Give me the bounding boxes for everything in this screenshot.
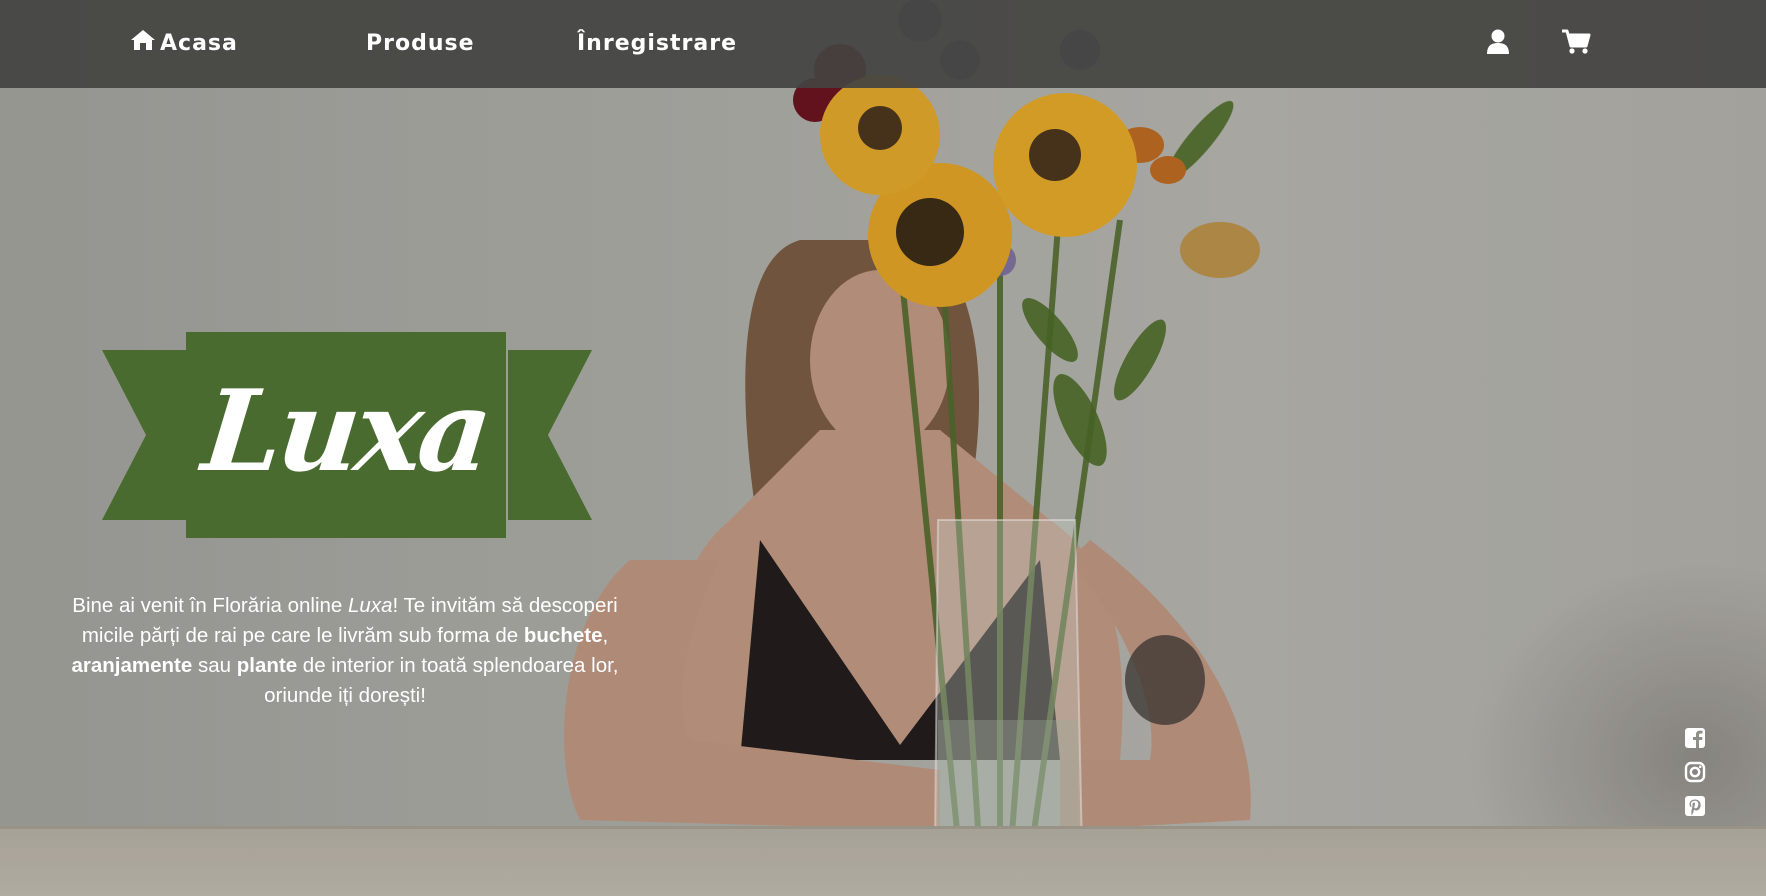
intro-paragraph: Bine ai venit în Florăria online Luxa! T… bbox=[58, 591, 632, 711]
sunflower bbox=[993, 93, 1137, 237]
logo-text: Luxa bbox=[197, 365, 495, 497]
top-navbar: Acasa Produse Înregistrare bbox=[0, 0, 1766, 88]
nav-products-link[interactable]: Produse bbox=[366, 26, 475, 60]
nav-products-label: Produse bbox=[366, 30, 475, 56]
social-links bbox=[1684, 727, 1708, 821]
sunflower bbox=[820, 75, 940, 195]
instagram-icon bbox=[1684, 761, 1706, 787]
facebook-icon bbox=[1684, 727, 1706, 753]
intro-text-part3: de interior in toată splendoarea lor, or… bbox=[264, 653, 619, 707]
brand-logo: Luxa bbox=[100, 330, 594, 538]
logo-banner: Luxa bbox=[186, 332, 506, 538]
intro-separator-1: , bbox=[602, 623, 609, 647]
nav-register-label: Înregistrare bbox=[577, 30, 737, 56]
intro-separator-2: sau bbox=[192, 653, 237, 677]
pinterest-link[interactable] bbox=[1684, 795, 1706, 821]
nav-home-label: Acasa bbox=[160, 30, 238, 56]
nav-home-link[interactable]: Acasa bbox=[130, 26, 238, 60]
home-icon bbox=[130, 29, 156, 57]
cart-button[interactable] bbox=[1558, 26, 1594, 62]
intro-bold-arrangements: aranjamente bbox=[71, 653, 193, 677]
user-icon bbox=[1486, 29, 1510, 59]
intro-bold-bouquets: buchete bbox=[523, 623, 603, 647]
pinterest-icon bbox=[1684, 795, 1706, 821]
user-account-button[interactable] bbox=[1480, 26, 1516, 62]
intro-brand: Luxa bbox=[348, 593, 393, 617]
table-surface bbox=[0, 826, 1766, 896]
intro-bold-plants: plante bbox=[236, 653, 298, 677]
nav-register-link[interactable]: Înregistrare bbox=[577, 26, 737, 60]
cart-icon bbox=[1561, 29, 1591, 59]
intro-text-part1: Bine ai venit în Florăria online bbox=[72, 593, 349, 617]
facebook-link[interactable] bbox=[1684, 727, 1706, 753]
instagram-link[interactable] bbox=[1684, 761, 1706, 787]
hero-photo-tattoo bbox=[1125, 635, 1205, 725]
